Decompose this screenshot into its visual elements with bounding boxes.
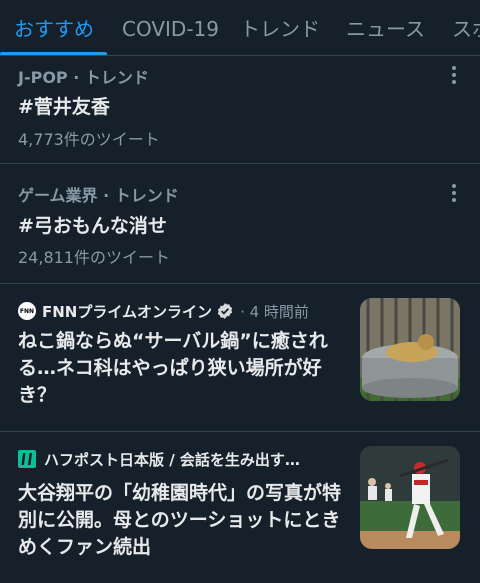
huffpost-logo-icon [18, 450, 36, 468]
news-source-row: ハフポスト日本版 / 会話を生み出す… [18, 448, 300, 470]
news-headline: 大谷翔平の「幼稚園時代」の写真が特別に公開。母とのツーショットにときめくファン続… [18, 482, 342, 558]
news-source: FNNプライムオンライン [42, 302, 213, 321]
news-source: ハフポスト日本版 / 会話を生み出す… [44, 450, 300, 469]
explore-tabs: おすすめ COVID-19 トレンド ニュース スポ [0, 0, 480, 56]
tab-recommended[interactable]: おすすめ [14, 16, 94, 42]
fnn-logo-icon: FNN [18, 302, 36, 320]
tab-covid19[interactable]: COVID-19 [122, 16, 219, 42]
trend-tweet-count: 24,811件のツイート [18, 248, 170, 267]
trend-item[interactable]: ゲーム業界 · トレンド #弓おもんな消せ 24,811件のツイート [0, 164, 480, 284]
news-thumbnail [360, 298, 460, 401]
news-time: · 4 時間前 [240, 302, 309, 321]
trend-title: #弓おもんな消せ [18, 215, 167, 237]
news-source-row: FNN FNNプライムオンライン · 4 時間前 [18, 300, 309, 322]
verified-badge-icon [217, 303, 233, 319]
news-item[interactable]: ハフポスト日本版 / 会話を生み出す… 大谷翔平の「幼稚園時代」の写真が特別に公… [0, 432, 480, 583]
more-vertical-icon[interactable] [446, 182, 462, 202]
news-headline: ねこ鍋ならぬ“サーバル鍋”に癒される…ネコ科はやっぱり狭い場所が好き？ [18, 330, 328, 406]
trend-meta: J-POP · トレンド [18, 68, 149, 87]
trend-item[interactable]: J-POP · トレンド #菅井友香 4,773件のツイート [0, 56, 480, 164]
tab-sports[interactable]: スポ [452, 16, 480, 42]
trend-title: #菅井友香 [18, 96, 110, 118]
trend-meta: ゲーム業界 · トレンド [18, 186, 179, 205]
news-thumbnail [360, 446, 460, 549]
more-vertical-icon[interactable] [446, 64, 462, 84]
tab-news[interactable]: ニュース [346, 16, 425, 42]
tab-trending[interactable]: トレンド [240, 16, 320, 42]
trend-tweet-count: 4,773件のツイート [18, 130, 160, 149]
news-item[interactable]: FNN FNNプライムオンライン · 4 時間前 ねこ鍋ならぬ“サーバル鍋”に癒… [0, 284, 480, 432]
